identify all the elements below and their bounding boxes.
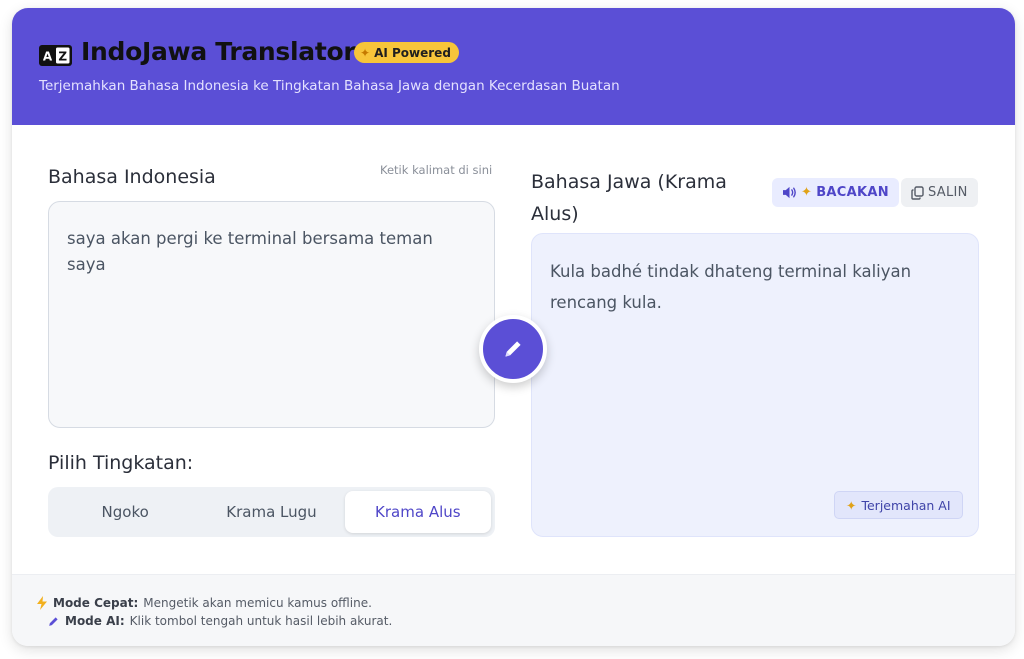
app-subtitle: Terjemahkan Bahasa Indonesia ke Tingkata…	[39, 78, 620, 94]
footer: Mode Cepat: Mengetik akan memicu kamus o…	[12, 574, 1015, 646]
copy-button[interactable]: SALIN	[901, 178, 978, 207]
level-option-ngoko[interactable]: Ngoko	[52, 491, 198, 533]
level-label: Pilih Tingkatan:	[48, 452, 194, 474]
copy-icon	[911, 185, 924, 200]
fast-mode-label: Mode Cepat:	[53, 596, 139, 610]
translator-card: A Z IndoJawa Translator ✦ AI Powered Ter…	[12, 8, 1015, 646]
read-aloud-button[interactable]: ✦ BACAKAN	[772, 178, 899, 207]
app-header: A Z IndoJawa Translator ✦ AI Powered Ter…	[12, 8, 1015, 125]
ai-chip-label: Terjemahan AI	[861, 497, 951, 513]
read-aloud-label: BACAKAN	[816, 185, 889, 200]
ai-powered-badge: ✦ AI Powered	[354, 42, 459, 63]
level-selector: Ngoko Krama Lugu Krama Alus	[48, 487, 495, 537]
source-hint: Ketik kalimat di sini	[380, 163, 493, 177]
sparkle-icon: ✦	[846, 497, 857, 513]
lightning-icon	[37, 596, 47, 610]
sparkle-icon: ✦	[801, 185, 813, 200]
ai-mode-note: Mode AI: Klik tombol tengah untuk hasil …	[47, 614, 392, 628]
ai-mode-label: Mode AI:	[65, 614, 125, 628]
source-textarea[interactable]: saya akan pergi ke terminal bersama tema…	[48, 201, 495, 428]
copy-label: SALIN	[928, 185, 968, 200]
pencil-icon	[49, 616, 58, 626]
level-option-krama-lugu[interactable]: Krama Lugu	[198, 491, 344, 533]
ai-translate-button[interactable]	[479, 315, 547, 383]
source-label: Bahasa Indonesia	[48, 166, 216, 188]
target-label: Bahasa Jawa (Krama Alus)	[531, 171, 727, 225]
translate-icon: A Z	[39, 45, 72, 66]
sparkle-icon: ✦	[360, 45, 371, 60]
ai-mode-text: Klik tombol tengah untuk hasil lebih aku…	[129, 614, 393, 628]
fast-mode-note: Mode Cepat: Mengetik akan memicu kamus o…	[36, 596, 372, 610]
svg-text:A: A	[43, 50, 53, 64]
app-title: IndoJawa Translator	[81, 37, 356, 66]
level-option-krama-alus[interactable]: Krama Alus	[344, 491, 491, 533]
pencil-icon	[505, 341, 521, 357]
ai-badge-label: AI Powered	[374, 45, 451, 60]
fast-mode-text: Mengetik akan memicu kamus offline.	[143, 596, 372, 610]
ai-translation-chip: ✦ Terjemahan AI	[834, 491, 963, 519]
svg-text:Z: Z	[58, 50, 67, 64]
speaker-icon	[783, 186, 796, 199]
